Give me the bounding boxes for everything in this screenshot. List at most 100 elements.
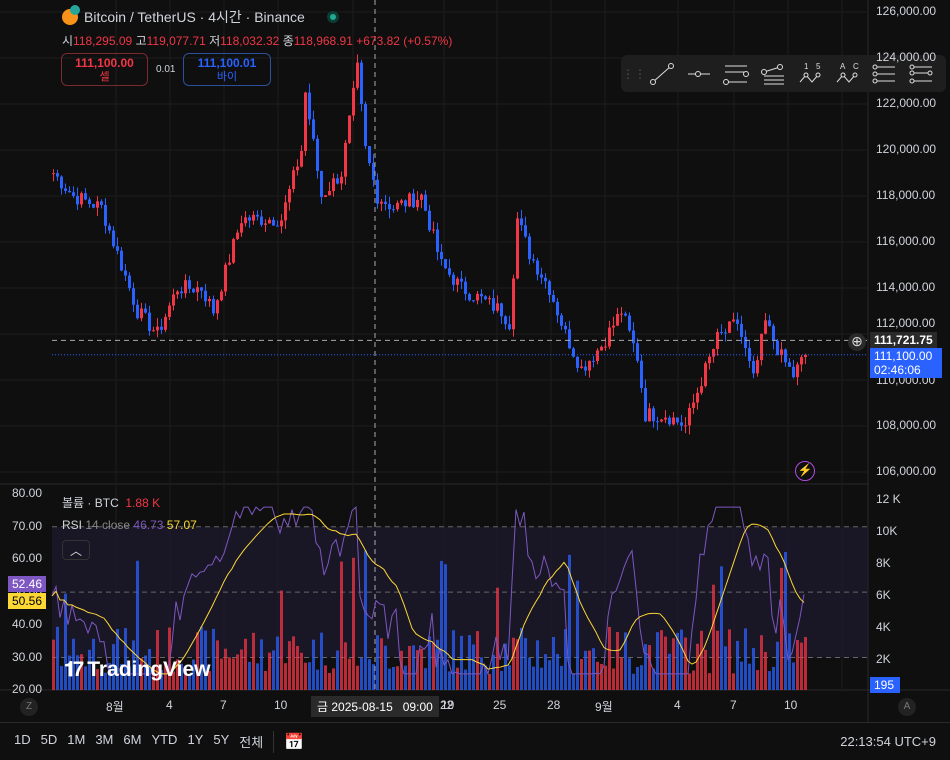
volume-bar [380, 638, 383, 690]
volume-bar [320, 632, 323, 690]
candle [240, 223, 243, 233]
candle [176, 291, 179, 295]
volume-bar [604, 665, 607, 690]
xabcd-pattern-icon[interactable]: 15 [793, 59, 826, 89]
volume-bar [616, 631, 619, 690]
candle [444, 259, 447, 269]
auto-scale-toggle[interactable]: A [898, 698, 916, 716]
volume-bar [760, 635, 763, 690]
goto-date-icon[interactable]: 📅 [284, 732, 304, 752]
candle [436, 229, 439, 252]
candle [592, 360, 595, 362]
range-button-6M[interactable]: 6M [123, 732, 141, 751]
candle [560, 315, 563, 326]
volume-bar [648, 645, 651, 690]
volume-tick: 2K [876, 652, 891, 666]
candle [396, 202, 399, 210]
candle [672, 417, 675, 425]
candle [684, 425, 687, 427]
parallel-channel-icon[interactable] [719, 59, 752, 89]
candle [112, 230, 115, 247]
candle [184, 280, 187, 294]
candle [680, 422, 683, 426]
candle [292, 170, 295, 190]
candle [488, 298, 491, 300]
range-button-1D[interactable]: 1D [14, 732, 31, 751]
rsi-badge: 52.46 [8, 576, 47, 592]
volume-bar [704, 649, 707, 690]
range-button-1M[interactable]: 1M [67, 732, 85, 751]
candle [208, 298, 211, 302]
volume-bar [596, 661, 599, 690]
candle [788, 362, 791, 367]
candle [532, 259, 535, 261]
candle [200, 287, 203, 291]
candle [644, 388, 647, 422]
candle [72, 192, 75, 196]
add-alert-plus-icon[interactable]: ⊕ [848, 333, 866, 351]
candle [564, 325, 567, 330]
collapse-pane-button[interactable]: ︿ [62, 540, 90, 560]
range-button-3M[interactable]: 3M [95, 732, 113, 751]
candle [744, 336, 747, 348]
pitchfork-icon[interactable] [756, 59, 789, 89]
candle [688, 407, 691, 426]
candle [616, 314, 619, 326]
log-scale-toggle[interactable]: Z [20, 698, 38, 716]
range-button-5Y[interactable]: 5Y [213, 732, 229, 751]
time-tick: 10 [274, 698, 288, 712]
bottom-toolbar: 1D 5D 1M 3M 6M YTD 1Y 5Y 전체 📅 22:13:54 UTC+9 [0, 722, 950, 760]
volume-bar [804, 637, 807, 690]
range-button-5D[interactable]: 5D [41, 732, 58, 751]
volume-bar [272, 650, 275, 690]
price-tick: 122,000.00 [876, 96, 937, 110]
volume-bar [752, 647, 755, 690]
candle [508, 324, 511, 330]
candle [648, 408, 651, 422]
horizontal-ray-icon[interactable] [682, 59, 715, 89]
volume-bar [360, 657, 363, 690]
volume-bar [712, 584, 715, 690]
trend-line-icon[interactable] [645, 59, 678, 89]
candle [768, 320, 771, 326]
volume-bar [404, 665, 407, 690]
volume-bar [368, 659, 371, 690]
range-button-YTD[interactable]: YTD [151, 732, 177, 751]
volume-bar [300, 652, 303, 690]
volume-bar [660, 630, 663, 690]
volume-bar [668, 653, 671, 690]
candle [376, 179, 379, 204]
candle [552, 295, 555, 302]
range-button-1Y[interactable]: 1Y [187, 732, 203, 751]
candle [236, 232, 239, 240]
candle [460, 278, 463, 282]
volume-bar [296, 645, 299, 690]
candle [96, 201, 99, 208]
lightning-icon[interactable]: ⚡ [795, 461, 815, 481]
buy-button[interactable]: 111,100.01 바이 [183, 53, 271, 86]
candle [404, 200, 407, 207]
volume-bar [460, 635, 463, 690]
volume-bar [740, 661, 743, 690]
volume-bar [376, 635, 379, 690]
symbol-header[interactable]: Bitcoin / TetherUS · 4시간 · Binance [62, 5, 339, 27]
candle [144, 308, 147, 313]
candle [432, 229, 435, 231]
range-button-전체[interactable]: 전체 [239, 732, 263, 751]
volume-bar [220, 658, 223, 690]
time-tick: 28 [547, 698, 561, 712]
abc-pattern-icon[interactable]: AC [830, 59, 863, 89]
candle [588, 360, 591, 371]
volume-bar [528, 657, 531, 690]
candle [612, 325, 615, 328]
candle [664, 417, 667, 420]
price-tick: 118,000.00 [876, 188, 936, 202]
volume-bar [664, 636, 667, 690]
volume-bar [724, 646, 727, 690]
drag-handle-icon[interactable]: ⋮⋮ [622, 59, 646, 89]
price-tick: 116,000.00 [876, 234, 936, 248]
volume-bar [316, 669, 319, 690]
chart-canvas[interactable] [0, 0, 950, 722]
sell-button[interactable]: 111,100.00 셀 [61, 53, 148, 86]
candle [196, 287, 199, 293]
